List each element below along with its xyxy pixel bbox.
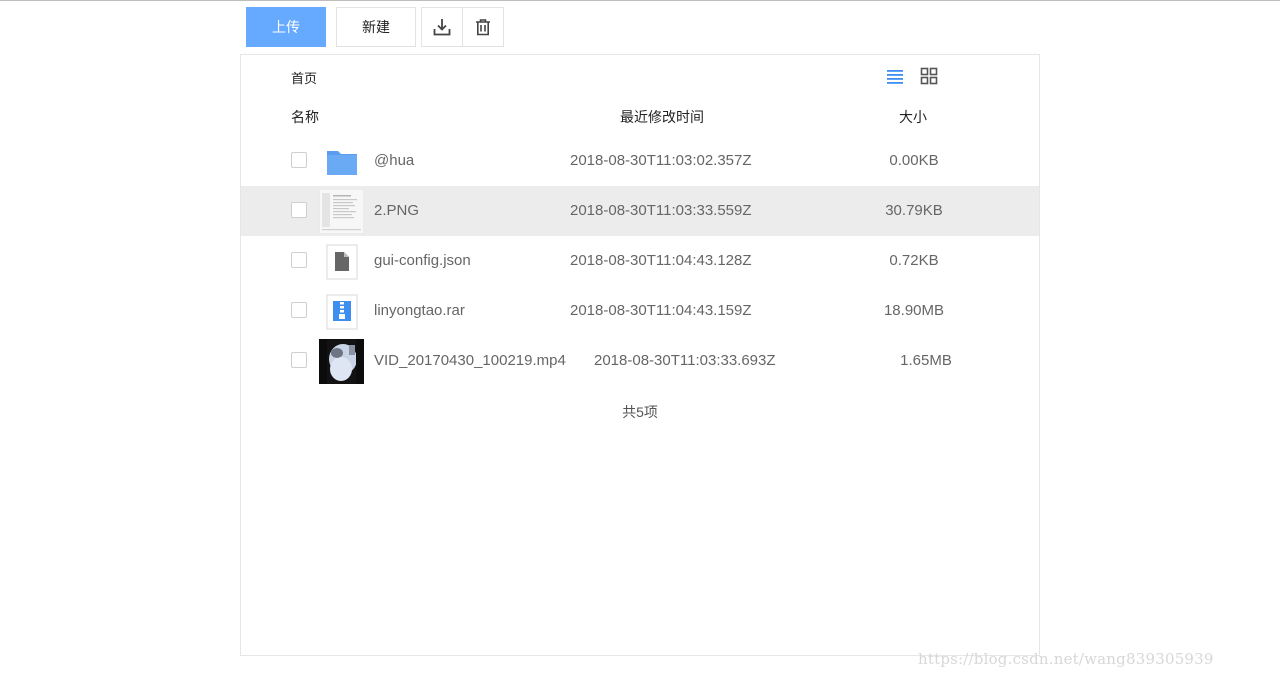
file-modified: 2018-08-30T11:04:43.159Z xyxy=(570,302,752,319)
image-thumbnail xyxy=(319,189,364,234)
row-checkbox[interactable] xyxy=(291,152,307,168)
file-modified: 2018-08-30T11:03:02.357Z xyxy=(570,152,752,169)
action-icon-group xyxy=(421,7,504,47)
video-thumbnail xyxy=(319,339,364,384)
file-row[interactable]: VID_20170430_100219.mp4 2018-08-30T11:03… xyxy=(241,336,1039,386)
download-icon xyxy=(433,19,451,36)
row-checkbox[interactable] xyxy=(291,352,307,368)
upload-button[interactable]: 上传 xyxy=(246,7,326,47)
file-size: 30.79KB xyxy=(885,202,943,219)
folder-icon xyxy=(319,139,364,184)
file-row[interactable]: linyongtao.rar 2018-08-30T11:04:43.159Z … xyxy=(241,286,1039,336)
column-header-modified[interactable]: 最近修改时间 xyxy=(620,107,704,127)
trash-icon xyxy=(476,19,490,36)
file-row[interactable]: 2.PNG 2018-08-30T11:03:33.559Z 30.79KB xyxy=(241,186,1039,236)
file-modified: 2018-08-30T11:03:33.559Z xyxy=(570,202,752,219)
file-name[interactable]: @hua xyxy=(374,152,414,169)
column-header-name[interactable]: 名称 xyxy=(291,107,319,127)
column-header-size[interactable]: 大小 xyxy=(899,107,927,127)
new-button[interactable]: 新建 xyxy=(336,7,416,47)
file-name[interactable]: linyongtao.rar xyxy=(374,302,465,319)
list-view-icon[interactable] xyxy=(886,67,904,85)
file-list: @hua 2018-08-30T11:03:02.357Z 0.00KB 2.P… xyxy=(241,136,1039,386)
file-modified: 2018-08-30T11:04:43.128Z xyxy=(570,252,752,269)
file-modified: 2018-08-30T11:03:33.693Z xyxy=(594,352,776,369)
row-checkbox[interactable] xyxy=(291,202,307,218)
file-size: 0.72KB xyxy=(889,252,939,269)
watermark: https://blog.csdn.net/wang839305939 xyxy=(918,650,1214,668)
file-row[interactable]: @hua 2018-08-30T11:03:02.357Z 0.00KB xyxy=(241,136,1039,186)
file-name[interactable]: VID_20170430_100219.mp4 xyxy=(374,352,566,369)
file-browser-panel: 首页 名称 最近修改时间 大小 @hua 2018-08-30T11:03:02… xyxy=(240,54,1040,656)
file-size: 0.00KB xyxy=(889,152,939,169)
file-name[interactable]: 2.PNG xyxy=(374,202,419,219)
file-row[interactable]: gui-config.json 2018-08-30T11:04:43.128Z… xyxy=(241,236,1039,286)
breadcrumb-home[interactable]: 首页 xyxy=(291,68,317,87)
top-divider xyxy=(0,0,1280,1)
row-checkbox[interactable] xyxy=(291,252,307,268)
item-count: 共5项 xyxy=(622,404,658,420)
grid-view-icon[interactable] xyxy=(920,67,938,85)
download-button[interactable] xyxy=(422,8,463,46)
delete-button[interactable] xyxy=(463,8,503,46)
row-checkbox[interactable] xyxy=(291,302,307,318)
view-toggles xyxy=(886,67,938,85)
document-icon xyxy=(319,239,364,284)
archive-icon xyxy=(319,289,364,334)
file-name[interactable]: gui-config.json xyxy=(374,252,471,269)
file-size: 18.90MB xyxy=(883,302,945,319)
file-size: 1.65MB xyxy=(900,352,952,369)
